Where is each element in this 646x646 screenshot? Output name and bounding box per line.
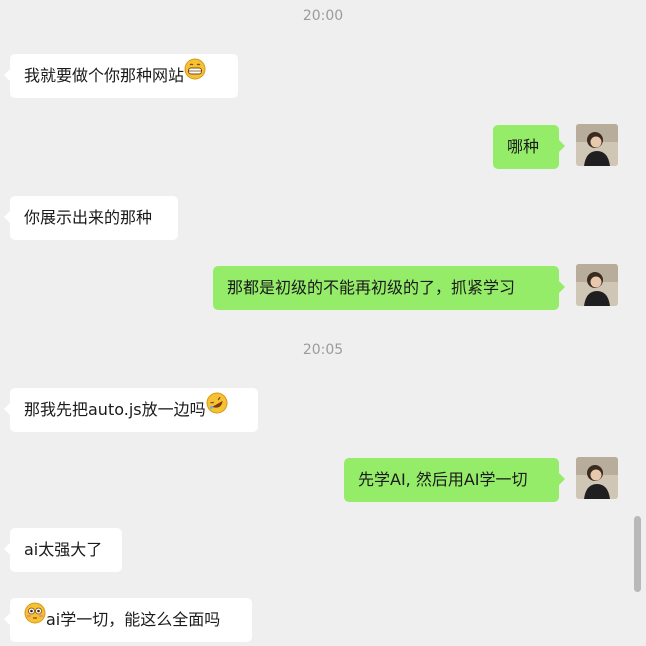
grinning-face-emoji-icon — [184, 53, 206, 97]
message-bubble-incoming[interactable]: 那我先把auto.js放一边吗 — [4, 387, 258, 432]
message-bubble-incoming[interactable]: 你展示出来的那种 — [4, 196, 178, 240]
user-avatar-photo-icon — [576, 457, 618, 499]
user-avatar-photo-icon — [576, 264, 618, 306]
avatar[interactable] — [576, 457, 618, 499]
message-bubble-incoming[interactable]: ai学一切，能这么全面吗 — [4, 597, 252, 642]
flushed-face-emoji-icon — [24, 597, 46, 641]
timestamp: 20:05 — [302, 342, 344, 358]
message-text: ai学一切，能这么全面吗 — [46, 610, 221, 629]
rolling-laughing-face-emoji-icon — [206, 387, 228, 431]
message-text: 那我先把auto.js放一边吗 — [24, 400, 206, 419]
message-bubble-incoming[interactable]: 我就要做个你那种网站 — [4, 53, 238, 98]
scrollbar-thumb[interactable] — [634, 516, 641, 592]
timestamp: 20:00 — [302, 8, 344, 24]
chat-window: 20:00 我就要做个你那种网站 哪种 你展示出来的那种 那都是初级的不能再初级… — [0, 0, 646, 646]
message-text: 先学AI, 然后用AI学一切 — [358, 470, 528, 489]
message-bubble-outgoing[interactable]: 那都是初级的不能再初级的了，抓紧学习 — [213, 266, 565, 310]
message-bubble-outgoing[interactable]: 哪种 — [493, 125, 565, 169]
avatar[interactable] — [576, 264, 618, 306]
message-text: ai太强大了 — [24, 540, 103, 559]
message-text: 那都是初级的不能再初级的了，抓紧学习 — [227, 278, 516, 297]
message-bubble-incoming[interactable]: ai太强大了 — [4, 528, 122, 572]
message-text: 我就要做个你那种网站 — [24, 66, 185, 85]
message-bubble-outgoing[interactable]: 先学AI, 然后用AI学一切 — [344, 458, 565, 502]
message-text: 哪种 — [507, 137, 540, 156]
avatar[interactable] — [576, 124, 618, 166]
user-avatar-photo-icon — [576, 124, 618, 166]
message-text: 你展示出来的那种 — [24, 208, 153, 227]
